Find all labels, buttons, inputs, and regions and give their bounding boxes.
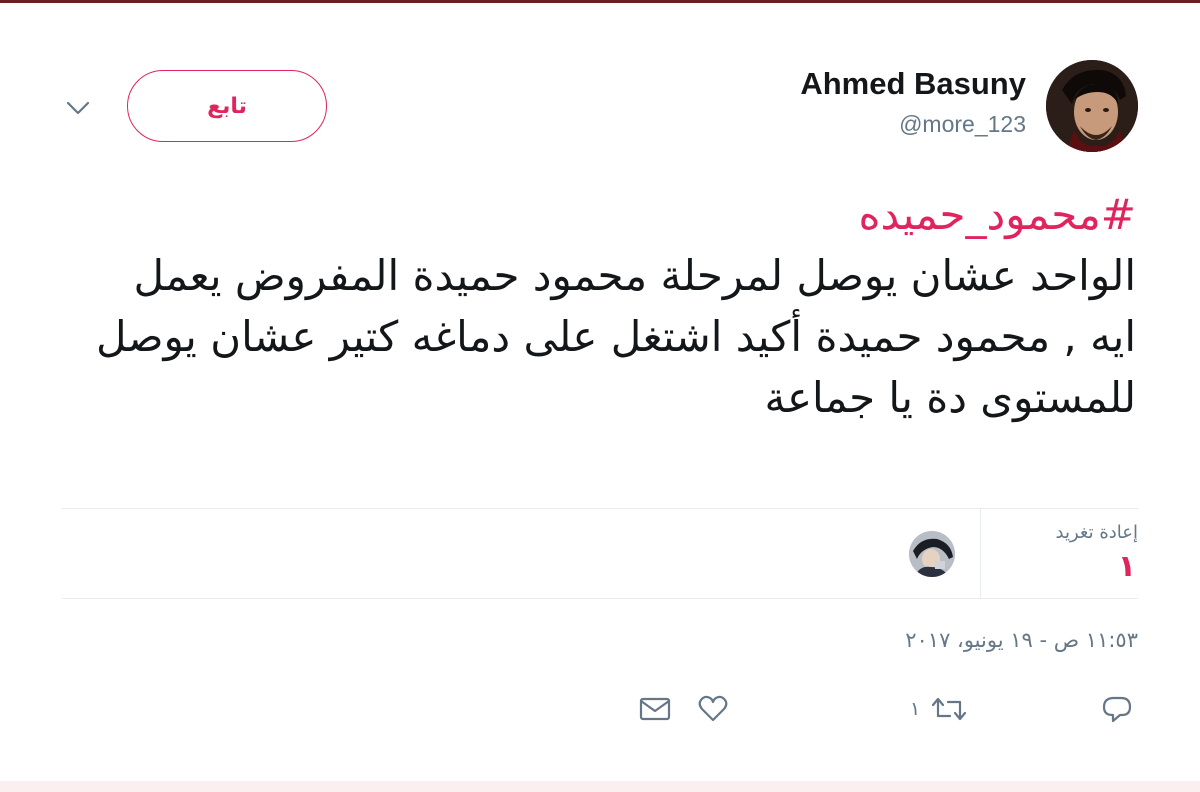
retweet-icon	[932, 697, 967, 721]
reply-button[interactable]	[1100, 692, 1134, 726]
author-display-name[interactable]: Ahmed Basuny	[800, 66, 1026, 102]
tweet-body: الواحد عشان يوصل لمرحلة محمود حميدة المف…	[96, 251, 1136, 422]
like-icon	[698, 695, 728, 722]
author-avatar-image	[1046, 60, 1138, 152]
chevron-down-icon[interactable]	[64, 96, 92, 120]
retweet-action-count: ١	[910, 698, 921, 720]
author-avatar[interactable]	[1046, 60, 1138, 152]
top-border	[0, 0, 1200, 3]
reply-icon	[1102, 696, 1132, 723]
retweets-count[interactable]: ١	[1118, 549, 1136, 584]
like-button[interactable]	[696, 692, 730, 726]
retweets-label[interactable]: إعادة تغريد	[1056, 522, 1138, 543]
tweet-text: #محمود_حميده الواحد عشان يوصل لمرحلة محم…	[76, 184, 1136, 428]
stats-bottom-divider	[62, 598, 1138, 599]
tweet-timestamp[interactable]: ١١:٥٣ ص - ١٩ يونيو، ٢٠١٧	[905, 628, 1138, 652]
stats-top-divider	[62, 508, 1138, 509]
stats-separator	[980, 509, 981, 598]
hashtag-link[interactable]: #محمود_حميده	[76, 184, 1136, 245]
author-handle[interactable]: @more_123	[899, 111, 1026, 138]
retweeter-avatar-image	[909, 531, 955, 577]
retweet-button[interactable]: ١	[910, 692, 968, 726]
message-button[interactable]	[638, 692, 672, 726]
bottom-strip	[0, 781, 1200, 792]
message-icon	[639, 697, 671, 721]
follow-button[interactable]: تابع	[127, 70, 327, 142]
retweeter-avatar[interactable]	[909, 531, 955, 577]
